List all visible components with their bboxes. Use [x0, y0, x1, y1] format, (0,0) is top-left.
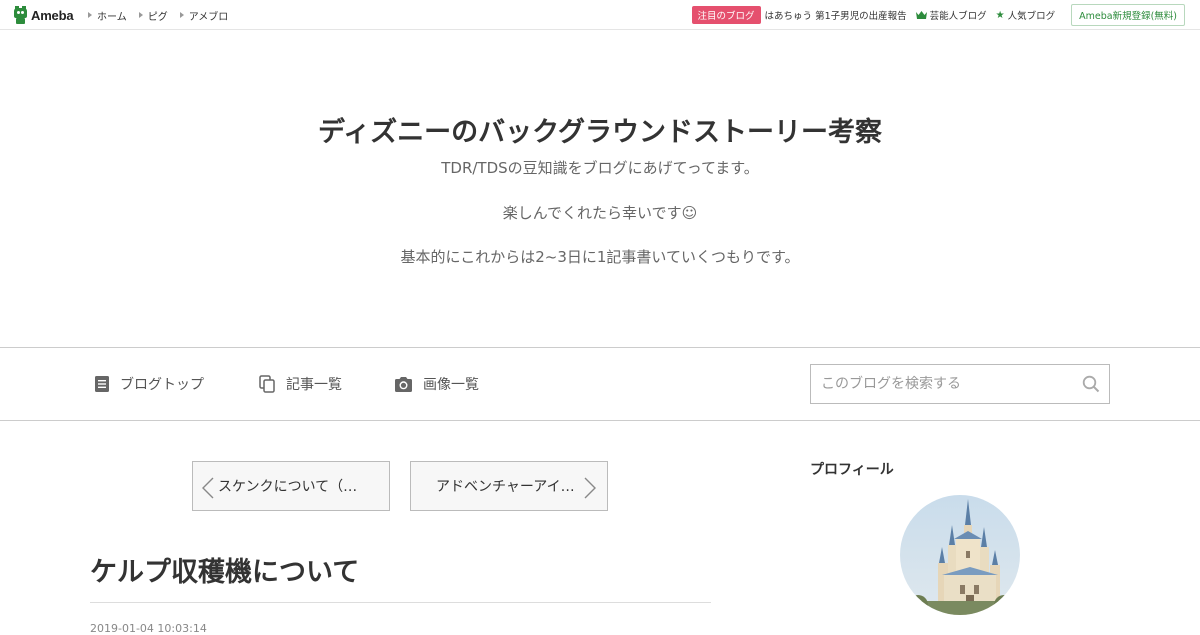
logo-text: Ameba: [31, 7, 74, 23]
nav-article-list[interactable]: 記事一覧: [259, 348, 342, 420]
nav-pigg-label: ピグ: [147, 11, 168, 23]
blog-search-box: [810, 364, 1110, 404]
featured-blog-link[interactable]: はあちゅう 第1子男児の出産報告: [765, 8, 907, 22]
nav-pigg-link[interactable]: ピグ: [138, 8, 168, 23]
ameba-pig-icon: [13, 6, 28, 24]
camera-icon: [395, 376, 412, 392]
blog-search-input[interactable]: [811, 365, 1071, 403]
triangle-icon: [138, 12, 143, 18]
blog-nav-bar: ブログトップ 記事一覧 画像一覧: [0, 347, 1200, 421]
top-right: 注目のブログ はあちゅう 第1子男児の出産報告 芸能人ブログ ★ 人気ブログ A…: [691, 4, 1185, 26]
featured-badge: 注目のブログ: [691, 6, 761, 24]
next-article-label: アドベンチャーアイ…: [436, 479, 575, 495]
copy-icon: [259, 375, 275, 393]
prev-article-button[interactable]: スケンクについて（…: [192, 461, 390, 511]
nav-blog-top-label: ブログトップ: [120, 377, 204, 393]
search-icon[interactable]: [1082, 375, 1100, 393]
star-icon: ★: [995, 9, 1005, 21]
top-nav: ホーム ピグ アメブロ: [88, 0, 240, 30]
article-date: 2019-01-04 10:03:14: [90, 622, 207, 635]
prev-article-label: スケンクについて（…: [218, 479, 358, 495]
blog-description-line: TDR/TDSの豆知識をブログにあげてってます。: [441, 159, 759, 177]
chevron-right-icon: [584, 477, 596, 499]
nav-ameblo-link[interactable]: アメブロ: [179, 8, 229, 23]
chevron-left-icon: [202, 477, 214, 499]
crown-icon: [915, 11, 927, 19]
popular-blog-link[interactable]: 人気ブログ: [1008, 8, 1056, 22]
nav-image-list-label: 画像一覧: [423, 377, 479, 393]
nav-ameblo-label: アメブロ: [188, 11, 229, 23]
celebrity-blog-link[interactable]: 芸能人ブログ: [930, 8, 987, 22]
register-button[interactable]: Ameba新規登録(無料): [1071, 4, 1185, 26]
nav-blog-top[interactable]: ブログトップ: [94, 348, 204, 420]
ameba-logo[interactable]: Ameba: [13, 6, 74, 24]
blog-description-line: 楽しんでくれたら幸いです☺: [502, 204, 698, 222]
nav-image-list[interactable]: 画像一覧: [394, 348, 479, 420]
blog-title[interactable]: ディズニーのバックグラウンドストーリー考察: [0, 110, 1200, 149]
top-bar: Ameba ホーム ピグ アメブロ 注目のブログ はあちゅう 第1子男児の出産報…: [0, 0, 1200, 30]
divider: [90, 602, 711, 603]
nav-article-list-label: 記事一覧: [286, 377, 342, 393]
nav-home-link[interactable]: ホーム: [88, 8, 127, 23]
castle-image: [900, 495, 1020, 615]
nav-home-label: ホーム: [97, 11, 127, 23]
article-title[interactable]: ケルプ収穫機について: [90, 550, 359, 589]
blog-description-line: 基本的にこれからは2~3日に1記事書いていくつもりです。: [400, 248, 800, 266]
triangle-icon: [88, 12, 92, 18]
triangle-icon: [179, 12, 184, 18]
profile-heading: プロフィール: [810, 462, 894, 478]
next-article-button[interactable]: アドベンチャーアイ…: [410, 461, 608, 511]
document-icon: [95, 376, 109, 392]
profile-avatar[interactable]: [900, 495, 1020, 615]
